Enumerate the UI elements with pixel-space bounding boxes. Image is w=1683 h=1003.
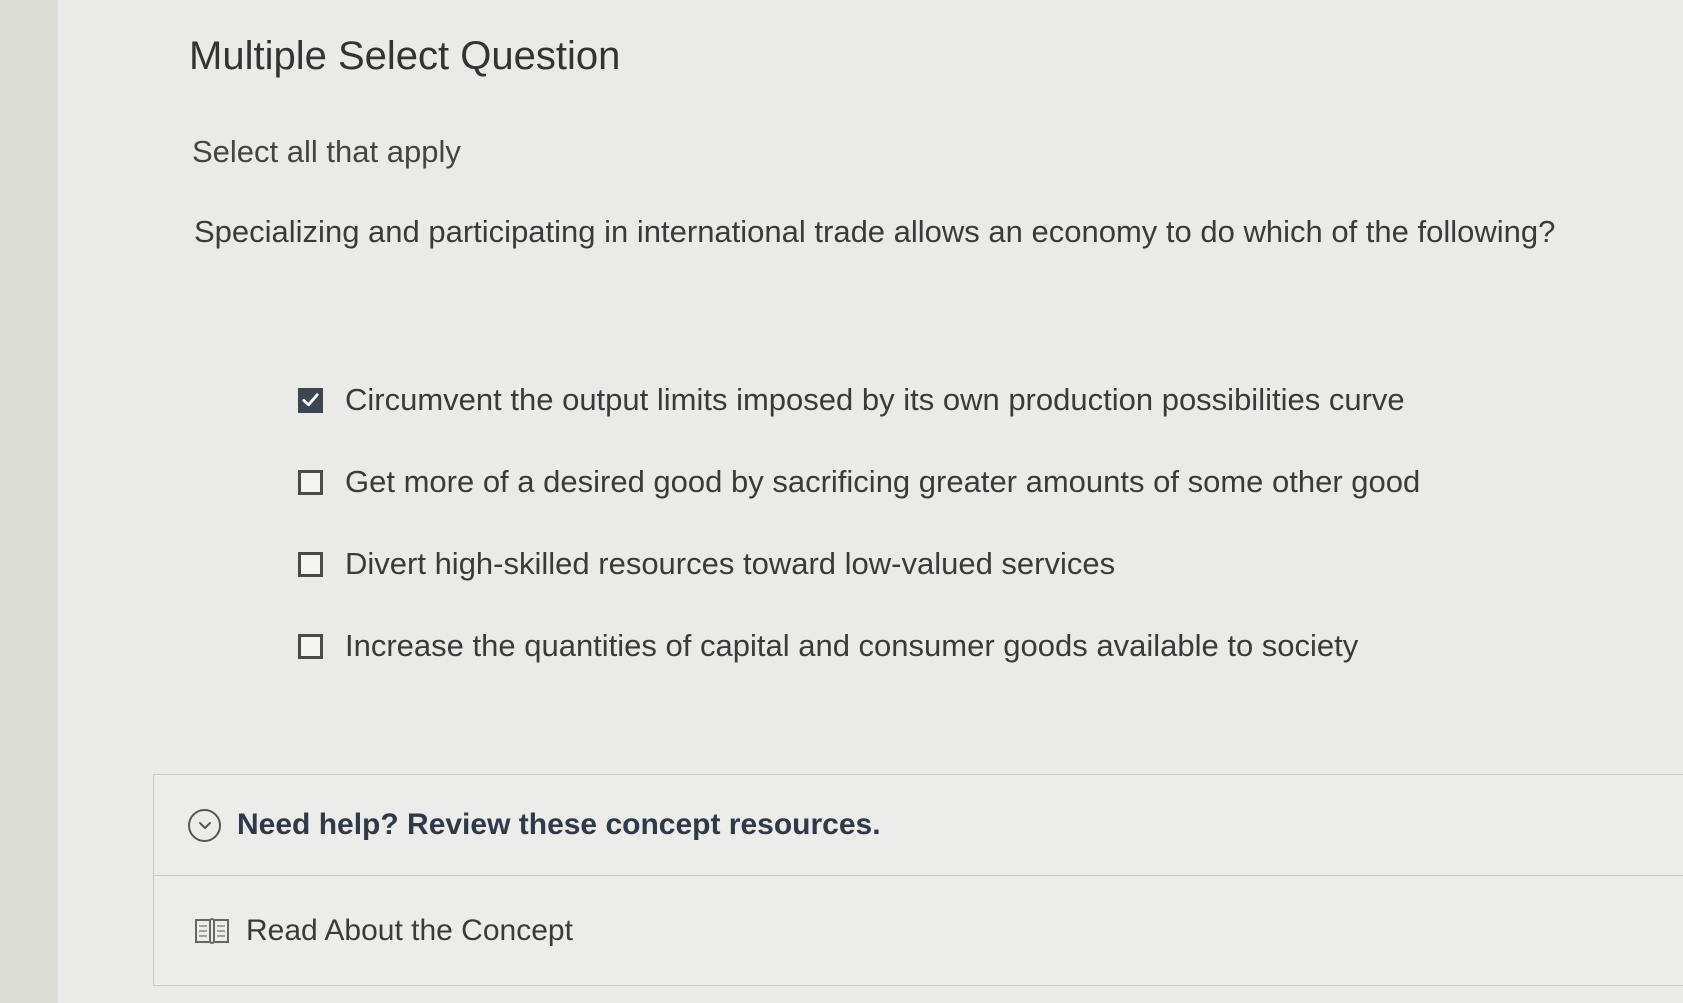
answer-options: Circumvent the output limits imposed by … <box>298 382 1420 710</box>
help-resources-panel: Need help? Review these concept resource… <box>153 774 1683 986</box>
checkbox-unchecked[interactable] <box>298 469 323 495</box>
option-3[interactable]: Divert high-skilled resources toward low… <box>298 546 1420 582</box>
checkbox-checked[interactable] <box>298 387 323 413</box>
option-label: Circumvent the output limits imposed by … <box>345 382 1405 417</box>
help-toggle[interactable]: Need help? Review these concept resource… <box>154 775 1683 876</box>
book-icon <box>194 917 230 945</box>
option-2[interactable]: Get more of a desired good by sacrificin… <box>298 464 1420 500</box>
option-label: Increase the quantities of capital and c… <box>345 628 1359 663</box>
read-about-concept-link[interactable]: Read About the Concept <box>154 876 1683 986</box>
option-label: Divert high-skilled resources toward low… <box>345 546 1116 581</box>
option-1[interactable]: Circumvent the output limits imposed by … <box>298 382 1420 418</box>
read-about-concept-label: Read About the Concept <box>246 914 573 947</box>
left-margin <box>0 0 58 1003</box>
question-title: Multiple Select Question <box>189 34 621 78</box>
checkmark-icon <box>302 393 319 407</box>
option-label: Get more of a desired good by sacrificin… <box>345 464 1421 499</box>
chevron-down-circle-icon <box>188 808 221 842</box>
instruction-text: Select all that apply <box>192 134 461 169</box>
checkbox-unchecked[interactable] <box>298 633 323 659</box>
help-title: Need help? Review these concept resource… <box>237 808 881 841</box>
option-4[interactable]: Increase the quantities of capital and c… <box>298 628 1420 664</box>
checkbox-unchecked[interactable] <box>298 551 323 577</box>
question-prompt: Specializing and participating in intern… <box>194 214 1556 249</box>
